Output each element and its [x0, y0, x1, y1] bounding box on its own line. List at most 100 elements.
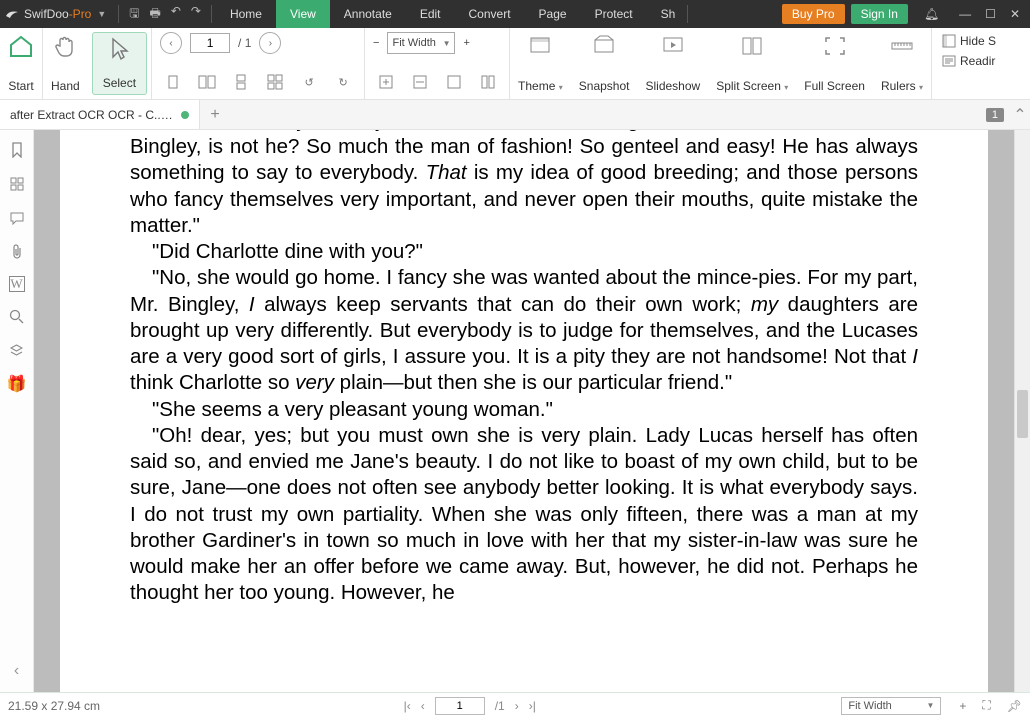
maximize-icon[interactable]: ☐: [985, 7, 996, 21]
app-menu-dropdown[interactable]: ▼: [97, 9, 106, 19]
page-badge: 1: [986, 108, 1004, 122]
status-nav: |‹ ‹ /1 › ›|: [404, 697, 536, 715]
menu-annotate[interactable]: Annotate: [330, 0, 406, 28]
fit-width-icon[interactable]: [407, 71, 433, 93]
tab-bar: after Extract OCR OCR - C....pdf + 1 ⌃: [0, 100, 1030, 130]
next-page-icon[interactable]: ›: [515, 699, 519, 713]
ribbon-right-panel: Hide S Readir: [931, 28, 1006, 99]
status-zoom-select[interactable]: Fit Width▼: [841, 697, 941, 715]
close-icon[interactable]: ✕: [1010, 7, 1020, 21]
gift-icon[interactable]: 🎁: [7, 374, 27, 394]
last-page-icon[interactable]: ›|: [529, 699, 536, 713]
prev-page-icon[interactable]: ‹: [421, 699, 425, 713]
rulers-icon: [890, 35, 914, 57]
left-sidebar: W 🎁 ‹: [0, 130, 34, 692]
document-tab[interactable]: after Extract OCR OCR - C....pdf: [0, 100, 200, 129]
comments-icon[interactable]: [7, 208, 27, 228]
menu-share[interactable]: Sh: [647, 0, 690, 28]
split-icon: [740, 35, 764, 57]
snapshot-icon: [592, 35, 616, 57]
menu-convert[interactable]: Convert: [455, 0, 525, 28]
zoom-select[interactable]: Fit Width▼: [387, 32, 455, 54]
swifdoo-icon: [4, 6, 20, 22]
page-total: / 1: [238, 36, 251, 50]
cursor-icon: [109, 37, 129, 61]
menu-protect[interactable]: Protect: [581, 0, 647, 28]
zoom-group: − Fit Width▼ +: [365, 28, 509, 99]
prev-page-button[interactable]: ‹: [160, 32, 182, 54]
slideshow-icon: [661, 35, 685, 57]
main-area: W 🎁 ‹ Yes, she called yesterday with her…: [0, 130, 1030, 692]
main-menu: Home View Annotate Edit Convert Page Pro…: [216, 0, 689, 28]
layers-icon[interactable]: [7, 340, 27, 360]
hand-icon: [54, 34, 76, 58]
reading-mode-button[interactable]: Readir: [942, 54, 996, 68]
page-dimensions: 21.59 x 27.94 cm: [0, 699, 108, 713]
ribbon: Start Hand Select ‹ / 1 › ↺ ↻ − Fit Widt…: [0, 28, 1030, 100]
rulers-button[interactable]: Rulers ▾: [873, 28, 931, 99]
status-page-input[interactable]: [435, 697, 485, 715]
bookmark-icon[interactable]: [7, 140, 27, 160]
zoom-in-button[interactable]: +: [463, 37, 469, 49]
sidebar-collapse-icon[interactable]: ‹: [14, 662, 19, 680]
page-input[interactable]: [190, 33, 230, 53]
status-zoom-in-icon[interactable]: +: [951, 699, 974, 713]
bell-icon[interactable]: 🔔︎: [924, 7, 939, 21]
snapshot-button[interactable]: Snapshot: [571, 28, 638, 99]
new-tab-button[interactable]: +: [200, 100, 230, 129]
document-viewport[interactable]: Yes, she called yesterday with her fathe…: [34, 130, 1014, 692]
page-nav-group: ‹ / 1 › ↺ ↻: [152, 28, 364, 99]
theme-icon: [528, 35, 552, 57]
menu-page[interactable]: Page: [525, 0, 581, 28]
title-bar: SwifDoo-Pro ▼ 🖫 🖶 ↶ ↷ Home View Annotate…: [0, 0, 1030, 28]
app-name-pro: -Pro: [69, 7, 92, 21]
two-page-icon[interactable]: [194, 71, 220, 93]
start-button[interactable]: Start: [0, 28, 42, 99]
actual-size-icon[interactable]: [441, 71, 467, 93]
status-bar: 21.59 x 27.94 cm |‹ ‹ /1 › ›| Fit Width▼…: [0, 692, 1030, 718]
scrollbar-thumb[interactable]: [1017, 390, 1028, 438]
tabs-chevron-icon[interactable]: ⌃: [1010, 100, 1030, 129]
undo-icon[interactable]: ↶: [171, 4, 181, 25]
status-fullscreen-icon[interactable]: ⛶: [974, 698, 998, 713]
split-screen-button[interactable]: Split Screen ▾: [708, 28, 796, 99]
attachments-icon[interactable]: [7, 242, 27, 262]
single-page-icon[interactable]: [160, 71, 186, 93]
thumbnails-icon[interactable]: [7, 174, 27, 194]
app-name-a: SwifDoo: [24, 7, 69, 21]
app-logo: SwifDoo-Pro ▼: [0, 6, 114, 22]
hand-tool-button[interactable]: Hand: [43, 28, 88, 99]
fullscreen-icon: [823, 35, 847, 57]
zoom-out-button[interactable]: −: [373, 37, 379, 49]
rotate-cw-icon[interactable]: ↻: [330, 71, 356, 93]
select-tool-button[interactable]: Select: [92, 32, 147, 95]
document-page: Yes, she called yesterday with her fathe…: [60, 130, 988, 692]
continuous-icon[interactable]: [228, 71, 254, 93]
unsaved-dot-icon: [181, 111, 189, 119]
reflow-icon[interactable]: [475, 71, 501, 93]
full-screen-button[interactable]: Full Screen: [796, 28, 873, 99]
next-page-button[interactable]: ›: [259, 32, 281, 54]
minimize-icon[interactable]: —: [959, 7, 971, 21]
fit-page-icon[interactable]: [373, 71, 399, 93]
menu-view[interactable]: View: [276, 0, 330, 28]
first-page-icon[interactable]: |‹: [404, 699, 411, 713]
redo-icon[interactable]: ↷: [191, 4, 201, 25]
word-export-icon[interactable]: W: [9, 276, 25, 292]
status-pin-icon[interactable]: 📌︎: [999, 699, 1030, 713]
buy-pro-button[interactable]: Buy Pro: [782, 4, 845, 24]
rotate-ccw-icon[interactable]: ↺: [296, 71, 322, 93]
print-icon[interactable]: 🖶: [150, 4, 161, 25]
grid-icon[interactable]: [262, 71, 288, 93]
sign-in-button[interactable]: Sign In: [851, 4, 908, 24]
quick-access-toolbar: 🖫 🖶 ↶ ↷: [123, 4, 207, 25]
slideshow-button[interactable]: Slideshow: [637, 28, 708, 99]
menu-edit[interactable]: Edit: [406, 0, 455, 28]
theme-button[interactable]: Theme ▾: [510, 28, 571, 99]
vertical-scrollbar[interactable]: [1014, 130, 1030, 692]
status-page-total: /1: [495, 699, 505, 713]
hide-sidebar-button[interactable]: Hide S: [942, 34, 996, 48]
save-icon[interactable]: 🖫: [129, 4, 139, 25]
search-icon[interactable]: [7, 306, 27, 326]
menu-home[interactable]: Home: [216, 0, 276, 28]
